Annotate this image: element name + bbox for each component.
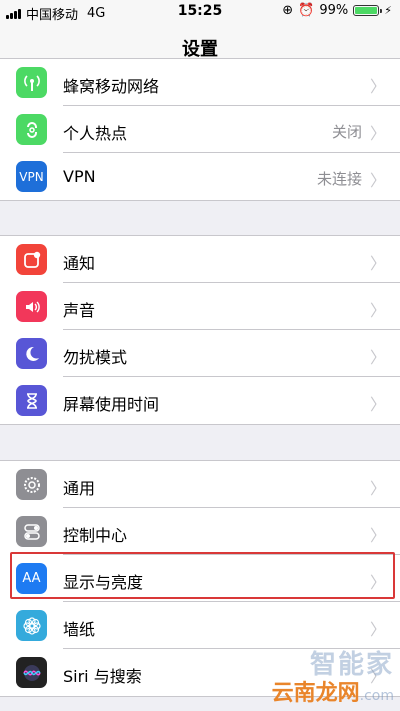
row-label: 控制中心 bbox=[63, 526, 128, 545]
flower-icon bbox=[16, 610, 47, 641]
status-right: ⊕ ⏰ 99% ⚡ bbox=[282, 3, 392, 18]
row-label: Siri 与搜索 bbox=[63, 667, 142, 686]
highlight-annotation bbox=[10, 552, 395, 599]
row-do-not-disturb[interactable]: 勿扰模式 〉 bbox=[0, 330, 400, 377]
row-hotspot[interactable]: 个人热点 关闭 〉 bbox=[0, 106, 400, 153]
settings-group-network: 蜂窝移动网络 〉 个人热点 关闭 〉 VPN VPN 未连接 〉 bbox=[0, 58, 400, 201]
alarm-icon: ⏰ bbox=[298, 3, 315, 18]
chevron-right-icon: 〉 bbox=[369, 479, 386, 498]
toggles-icon bbox=[16, 516, 47, 547]
row-label: 通用 bbox=[63, 479, 96, 498]
row-label: 勿扰模式 bbox=[63, 348, 128, 367]
chevron-right-icon: 〉 bbox=[369, 171, 386, 190]
row-label: 墙纸 bbox=[63, 620, 96, 639]
row-vpn[interactable]: VPN VPN 未连接 〉 bbox=[0, 153, 400, 200]
row-label: 通知 bbox=[63, 254, 96, 273]
vpn-icon: VPN bbox=[16, 161, 47, 192]
row-control-center[interactable]: 控制中心 〉 bbox=[0, 508, 400, 555]
row-notifications[interactable]: 通知 〉 bbox=[0, 236, 400, 283]
chevron-right-icon: 〉 bbox=[369, 395, 386, 414]
battery-icon bbox=[353, 5, 383, 16]
speaker-icon bbox=[16, 291, 47, 322]
chevron-right-icon: 〉 bbox=[369, 77, 386, 96]
row-value: 关闭 bbox=[331, 123, 362, 141]
settings-group-notifications: 通知 〉 声音 〉 勿扰模式 〉 屏幕使用时间 〉 bbox=[0, 235, 400, 425]
antenna-icon bbox=[16, 67, 47, 98]
chevron-right-icon: 〉 bbox=[369, 301, 386, 320]
chevron-right-icon: 〉 bbox=[369, 348, 386, 367]
chevron-right-icon: 〉 bbox=[369, 526, 386, 545]
chevron-right-icon: 〉 bbox=[369, 124, 386, 143]
chevron-right-icon: 〉 bbox=[369, 620, 386, 639]
hotspot-icon bbox=[16, 114, 47, 145]
row-value: 未连接 bbox=[316, 170, 362, 188]
moon-icon bbox=[16, 338, 47, 369]
row-screen-time[interactable]: 屏幕使用时间 〉 bbox=[0, 377, 400, 424]
row-label: 蜂窝移动网络 bbox=[63, 77, 160, 96]
row-cellular[interactable]: 蜂窝移动网络 〉 bbox=[0, 59, 400, 106]
chevron-right-icon: 〉 bbox=[369, 667, 386, 686]
row-label: 个人热点 bbox=[63, 124, 128, 143]
hourglass-icon bbox=[16, 385, 47, 416]
row-general[interactable]: 通用 〉 bbox=[0, 461, 400, 508]
status-bar: 中国移动 4G 15:25 ⊕ ⏰ 99% ⚡ bbox=[0, 0, 400, 24]
siri-icon bbox=[16, 657, 47, 688]
orientation-lock-icon: ⊕ bbox=[282, 3, 294, 18]
row-wallpaper[interactable]: 墙纸 〉 bbox=[0, 602, 400, 649]
row-sounds[interactable]: 声音 〉 bbox=[0, 283, 400, 330]
row-label: VPN bbox=[63, 167, 96, 186]
gear-icon bbox=[16, 469, 47, 500]
chevron-right-icon: 〉 bbox=[369, 254, 386, 273]
charging-icon: ⚡ bbox=[384, 4, 392, 17]
row-label: 屏幕使用时间 bbox=[63, 395, 160, 414]
row-label: 声音 bbox=[63, 301, 96, 320]
notifications-icon bbox=[16, 244, 47, 275]
battery-percent: 99% bbox=[319, 3, 349, 18]
row-siri-search[interactable]: Siri 与搜索 〉 bbox=[0, 649, 400, 696]
